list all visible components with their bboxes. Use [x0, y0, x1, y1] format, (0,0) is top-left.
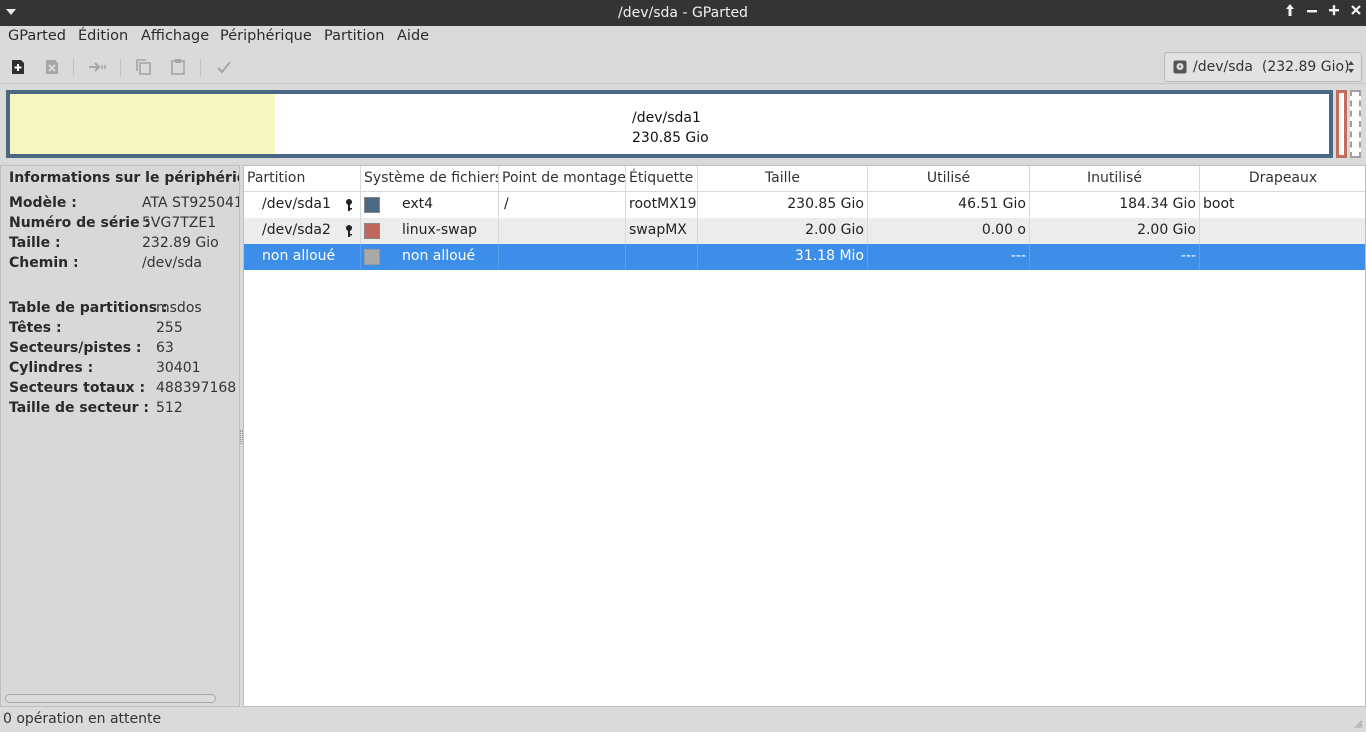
menu-affichage[interactable]: Affichage — [141, 28, 209, 44]
device-selector[interactable]: /dev/sda (232.89 Gio) — [1164, 52, 1362, 82]
info-value: 30401 — [156, 360, 201, 376]
maximize-icon[interactable] — [1325, 3, 1343, 23]
disk-icon — [1173, 60, 1187, 74]
cell-filesystem: ext4 — [361, 192, 499, 218]
cell-unused: 2.00 Gio — [1030, 218, 1200, 244]
column-header-used[interactable]: Utilisé — [868, 166, 1030, 192]
cell-unused: --- — [1030, 244, 1200, 270]
device-info-title: Informations sur le périphérique — [9, 170, 239, 186]
disk-graphic-partition-size: 230.85 Gio — [632, 130, 709, 146]
cell-unused: 184.34 Gio — [1030, 192, 1200, 218]
cell-mountpoint — [499, 244, 626, 270]
cell-filesystem: non alloué — [361, 244, 499, 270]
cell-size: 230.85 Gio — [698, 192, 868, 218]
key-icon — [346, 225, 352, 237]
menu-edition[interactable]: Édition — [78, 28, 128, 44]
info-value: 63 — [156, 340, 174, 356]
window-title: /dev/sda - GParted — [618, 5, 748, 21]
cell-flags — [1200, 244, 1366, 270]
cell-partition: non alloué — [244, 244, 361, 270]
info-value: 488397168 — [156, 380, 237, 396]
info-label: Chemin : — [9, 255, 79, 271]
disk-graphic-used-space — [10, 94, 275, 154]
keep-above-icon[interactable] — [1281, 3, 1299, 23]
cell-used: 0.00 o — [868, 218, 1030, 244]
table-header: Partition Système de fichiers Point de m… — [244, 166, 1365, 192]
toolbar-separator — [120, 58, 121, 76]
column-header-flags[interactable]: Drapeaux — [1200, 166, 1366, 192]
resize-move-icon[interactable] — [86, 56, 108, 78]
cell-size: 31.18 Mio — [698, 244, 868, 270]
info-label: Têtes : — [9, 320, 62, 336]
info-label: Taille de secteur : — [9, 400, 150, 416]
device-selector-label: /dev/sda (232.89 Gio) — [1193, 59, 1350, 75]
cell-used: 46.51 Gio — [868, 192, 1030, 218]
toolbar: /dev/sda (232.89 Gio) — [0, 50, 1366, 84]
disk-graphic: /dev/sda1 230.85 Gio — [0, 85, 1366, 162]
table-row[interactable]: /dev/sda2 linux-swap swapMX 2.00 Gio 0.0… — [244, 218, 1365, 244]
disk-graphic-sda2[interactable] — [1336, 90, 1347, 158]
key-icon — [346, 199, 352, 211]
partition-table: Partition Système de fichiers Point de m… — [243, 165, 1366, 707]
cell-filesystem: linux-swap — [361, 218, 499, 244]
paste-icon[interactable] — [167, 56, 189, 78]
cell-label: rootMX19 — [626, 192, 698, 218]
table-row[interactable]: /dev/sda1 ext4 / rootMX19 230.85 Gio 46.… — [244, 192, 1365, 218]
info-label: Numéro de série : — [9, 215, 151, 231]
menu-partition[interactable]: Partition — [324, 28, 384, 44]
menu-gparted[interactable]: GParted — [8, 28, 66, 44]
info-value: ATA ST9250410AS — [142, 195, 239, 211]
toolbar-separator — [73, 58, 74, 76]
column-header-partition[interactable]: Partition — [244, 166, 361, 192]
info-label: Secteurs totaux : — [9, 380, 146, 396]
apply-icon[interactable] — [213, 56, 235, 78]
cell-flags: boot — [1203, 196, 1235, 212]
info-value: msdos — [156, 300, 202, 316]
updown-arrows-icon — [1348, 61, 1354, 73]
device-info-panel: Informations sur le périphérique Modèle … — [0, 165, 240, 707]
cell-label — [626, 244, 698, 270]
title-bar: /dev/sda - GParted — [0, 0, 1366, 26]
info-value: 255 — [156, 320, 183, 336]
copy-icon[interactable] — [133, 56, 155, 78]
toolbar-separator — [200, 58, 201, 76]
info-value: 512 — [156, 400, 183, 416]
status-bar: 0 opération en attente — [0, 707, 1366, 732]
cell-used: --- — [868, 244, 1030, 270]
status-text: 0 opération en attente — [3, 711, 162, 727]
info-label: Table de partitions : — [9, 300, 168, 316]
cell-label: swapMX — [626, 218, 698, 244]
menu-peripherique[interactable]: Périphérique — [220, 28, 312, 44]
delete-partition-icon[interactable] — [41, 56, 63, 78]
column-header-size[interactable]: Taille — [698, 166, 868, 192]
disk-graphic-sda1[interactable]: /dev/sda1 230.85 Gio — [6, 90, 1333, 158]
horizontal-scrollbar[interactable] — [5, 694, 216, 703]
cell-flags — [1200, 218, 1366, 244]
resize-grip-icon[interactable] — [1353, 719, 1363, 729]
info-value: 232.89 Gio — [142, 235, 219, 251]
close-icon[interactable] — [1347, 3, 1365, 23]
cell-mountpoint: / — [499, 192, 626, 218]
disk-graphic-partition-name: /dev/sda1 — [632, 110, 701, 126]
column-header-unused[interactable]: Inutilisé — [1030, 166, 1200, 192]
menu-aide[interactable]: Aide — [397, 28, 429, 44]
info-value: /dev/sda — [142, 255, 202, 271]
disk-graphic-unallocated[interactable] — [1350, 90, 1361, 158]
column-header-filesystem[interactable]: Système de fichiers — [361, 166, 499, 192]
new-partition-icon[interactable] — [7, 56, 29, 78]
cell-size: 2.00 Gio — [698, 218, 868, 244]
column-header-mountpoint[interactable]: Point de montage — [499, 166, 626, 192]
table-row-selected[interactable]: non alloué non alloué 31.18 Mio --- --- — [244, 244, 1365, 270]
menu-bar: GParted Édition Affichage Périphérique P… — [0, 26, 1366, 50]
cell-mountpoint — [499, 218, 626, 244]
info-value: 5VG7TZE1 — [142, 215, 217, 231]
info-label: Secteurs/pistes : — [9, 340, 142, 356]
info-label: Taille : — [9, 235, 61, 251]
column-header-label[interactable]: Étiquette — [626, 166, 698, 192]
info-label: Cylindres : — [9, 360, 94, 376]
minimize-icon[interactable] — [1303, 3, 1321, 23]
info-label: Modèle : — [9, 195, 77, 211]
